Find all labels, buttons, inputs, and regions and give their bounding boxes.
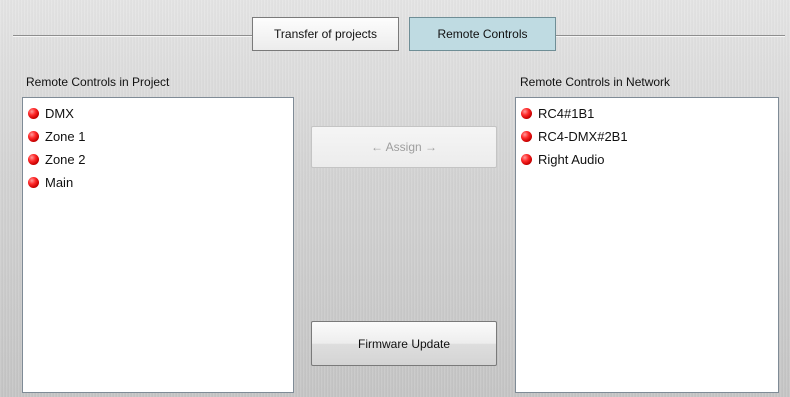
list-item[interactable]: Zone 1 [28, 125, 288, 148]
red-led-icon [28, 154, 39, 165]
firmware-update-button[interactable]: Firmware Update [311, 321, 497, 366]
list-item-label: Zone 2 [45, 152, 86, 167]
list-item[interactable]: Zone 2 [28, 148, 288, 171]
list-item[interactable]: DMX [28, 102, 288, 125]
list-item-label: DMX [45, 106, 74, 121]
list-item[interactable]: Right Audio [521, 148, 773, 171]
list-item-label: Right Audio [538, 152, 605, 167]
red-led-icon [28, 108, 39, 119]
list-item[interactable]: RC4-DMX#2B1 [521, 125, 773, 148]
red-led-icon [28, 177, 39, 188]
list-item[interactable]: RC4#1B1 [521, 102, 773, 125]
red-led-icon [521, 108, 532, 119]
header-divider-right [556, 35, 785, 37]
list-item[interactable]: Main [28, 171, 288, 194]
project-remote-list[interactable]: DMX Zone 1 Zone 2 Main [22, 97, 294, 393]
tab-remote-controls[interactable]: Remote Controls [409, 17, 556, 51]
red-led-icon [521, 131, 532, 142]
list-item-label: Main [45, 175, 74, 190]
network-remote-list[interactable]: RC4#1B1 RC4-DMX#2B1 Right Audio [515, 97, 779, 393]
red-led-icon [28, 131, 39, 142]
assign-button[interactable]: ← Assign → [311, 126, 497, 168]
header-divider-left [13, 35, 252, 37]
list-item-label: RC4#1B1 [538, 106, 595, 121]
red-led-icon [521, 154, 532, 165]
project-panel-label: Remote Controls in Project [26, 75, 170, 89]
list-item-label: RC4-DMX#2B1 [538, 129, 628, 144]
network-panel-label: Remote Controls in Network [520, 75, 671, 89]
list-item-label: Zone 1 [45, 129, 86, 144]
tab-transfer-of-projects[interactable]: Transfer of projects [252, 17, 399, 51]
